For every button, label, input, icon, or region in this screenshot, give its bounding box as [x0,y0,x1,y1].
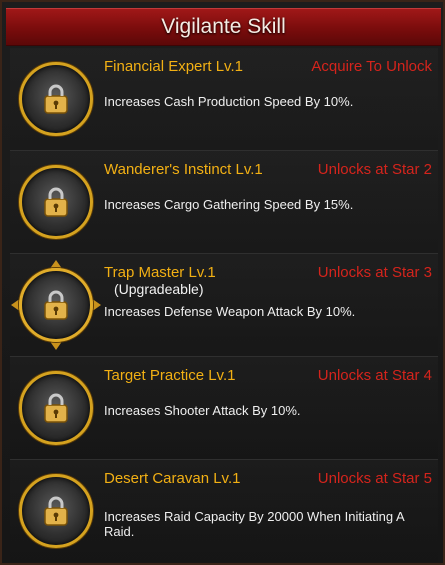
skill-list: Financial Expert Lv.1 Acquire To Unlock … [10,48,438,562]
skill-panel: Vigilante Skill Financial Expert Lv.1 Ac… [0,0,445,565]
rifle-lock-icon[interactable] [19,371,93,445]
unlock-status: Acquire To Unlock [311,58,432,75]
skill-description: Increases Cash Production Speed By 10%. [104,94,354,109]
skill-description: Increases Shooter Attack By 10%. [104,403,301,418]
cash-lock-icon[interactable] [19,62,93,136]
padlock-icon [44,290,68,320]
skill-name: Target Practice Lv.1 [104,367,236,384]
unlock-status: Unlocks at Star 4 [317,367,432,384]
skill-row-wanderers-instinct[interactable]: Wanderer's Instinct Lv.1 Unlocks at Star… [10,151,438,254]
skill-row-target-practice[interactable]: Target Practice Lv.1 Unlocks at Star 4 I… [10,357,438,460]
unlock-status: Unlocks at Star 3 [317,264,432,281]
skill-description: Increases Defense Weapon Attack By 10%. [104,304,356,319]
padlock-icon [44,187,68,217]
skill-row-trap-master[interactable]: Trap Master Lv.1 (Upgradeable) Unlocks a… [10,254,438,357]
upgradeable-label: (Upgradeable) [114,281,204,297]
skill-name: Wanderer's Instinct Lv.1 [104,161,263,178]
skill-name: Financial Expert Lv.1 [104,58,243,75]
caravan-lock-icon[interactable] [19,474,93,548]
skill-description: Increases Cargo Gathering Speed By 15%. [104,197,354,212]
skill-row-financial-expert[interactable]: Financial Expert Lv.1 Acquire To Unlock … [10,48,438,151]
skill-row-desert-caravan[interactable]: Desert Caravan Lv.1 Unlocks at Star 5 In… [10,460,438,562]
padlock-icon [44,393,68,423]
unlock-status: Unlocks at Star 2 [317,161,432,178]
skill-name: Desert Caravan Lv.1 [104,470,241,487]
trap-lock-icon[interactable] [11,260,101,350]
padlock-icon [44,496,68,526]
unlock-status: Unlocks at Star 5 [317,470,432,487]
skill-name: Trap Master Lv.1 [104,264,216,281]
panel-title: Vigilante Skill [6,8,441,46]
skill-description: Increases Raid Capacity By 20000 When In… [104,509,404,539]
truck-lock-icon[interactable] [19,165,93,239]
padlock-icon [44,84,68,114]
